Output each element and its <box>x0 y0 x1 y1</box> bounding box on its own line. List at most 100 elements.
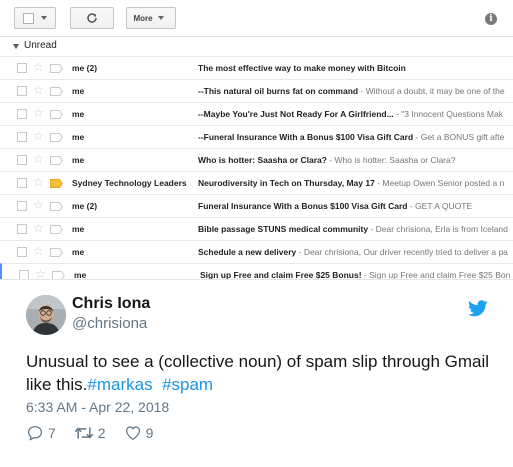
importance-marker-icon[interactable] <box>50 110 63 119</box>
collapse-triangle-icon <box>13 44 19 49</box>
email-message: Schedule a new delivery - Dear chrisiona… <box>198 247 508 257</box>
importance-marker-icon[interactable] <box>50 179 63 188</box>
email-list: ☆ me (2) The most effective way to make mo… <box>0 56 513 280</box>
tweet-text: Unusual to see a (collective noun) of sp… <box>26 350 496 396</box>
email-message: Bible passage STUNS medical community - … <box>198 224 508 234</box>
email-subject: --Funeral Insurance With a Bonus $100 Vi… <box>198 132 414 142</box>
email-subject: --This natural oil burns fat on command <box>198 86 359 96</box>
email-message: --This natural oil burns fat on command … <box>198 86 505 96</box>
email-message: The most effective way to make money wit… <box>198 63 406 73</box>
avatar[interactable] <box>26 295 66 335</box>
email-row[interactable]: ☆ me (2) The most effective way to make mo… <box>0 56 513 79</box>
retweet-button[interactable]: 2 <box>74 424 106 442</box>
tweet-timestamp[interactable]: 6:33 AM - Apr 22, 2018 <box>26 399 169 415</box>
twitter-bird-icon[interactable] <box>468 300 488 317</box>
reply-button[interactable]: 7 <box>26 424 56 442</box>
row-checkbox[interactable] <box>17 86 27 96</box>
email-row[interactable]: ☆ Sydney Technology Leaders Neurodiversity… <box>0 171 513 194</box>
gmail-inbox: More i Unread ☆ me (2) The most effective … <box>0 0 513 280</box>
email-sender: me (2) <box>72 63 98 73</box>
star-icon[interactable]: ☆ <box>33 175 44 189</box>
email-sender: me (2) <box>72 201 98 211</box>
importance-marker-icon[interactable] <box>50 248 63 257</box>
hashtag-link[interactable]: #spam <box>162 375 213 394</box>
row-checkbox[interactable] <box>17 247 27 257</box>
email-row[interactable]: ☆ me Schedule a new delivery - Dear chrisi… <box>0 240 513 263</box>
importance-marker-icon[interactable] <box>50 87 63 96</box>
like-count: 9 <box>145 425 154 441</box>
row-checkbox[interactable] <box>17 224 27 234</box>
email-message: Who is hotter: Saasha or Clara? - Who is… <box>198 155 455 165</box>
row-checkbox[interactable] <box>17 109 27 119</box>
row-checkbox[interactable] <box>17 201 27 211</box>
email-row[interactable]: ☆ me Bible passage STUNS medical community… <box>0 217 513 240</box>
star-icon[interactable]: ☆ <box>33 129 44 143</box>
unread-section-header[interactable]: Unread <box>0 36 513 56</box>
email-subject: --Maybe You're Just Not Ready For A Girl… <box>198 109 394 119</box>
email-snippet: - "3 Innocent Questions Mak <box>393 109 503 119</box>
row-checkbox[interactable] <box>19 270 29 279</box>
email-snippet: - Dear chrisiona, Our driver recently tr… <box>296 247 508 257</box>
heart-icon <box>125 426 140 441</box>
email-sender: me <box>74 270 87 280</box>
row-checkbox[interactable] <box>17 132 27 142</box>
importance-marker-icon[interactable] <box>50 202 63 211</box>
email-row[interactable]: ☆ me Sign up Free and claim Free $25 Bonus… <box>0 263 513 280</box>
tweet-author-name[interactable]: Chris Iona <box>72 295 150 313</box>
star-icon[interactable]: ☆ <box>33 198 44 212</box>
email-row[interactable]: ☆ me --Maybe You're Just Not Ready For A G… <box>0 102 513 125</box>
row-checkbox[interactable] <box>17 155 27 165</box>
reply-icon <box>27 425 43 441</box>
importance-marker-icon[interactable] <box>50 133 63 142</box>
refresh-button[interactable] <box>70 7 114 29</box>
email-message: --Maybe You're Just Not Ready For A Girl… <box>198 109 503 119</box>
info-icon[interactable]: i <box>485 13 497 25</box>
email-subject: Schedule a new delivery <box>198 247 297 257</box>
star-icon[interactable]: ☆ <box>33 244 44 258</box>
importance-marker-icon[interactable] <box>50 156 63 165</box>
retweet-count: 2 <box>97 425 106 441</box>
email-subject: Neurodiversity in Tech on Thursday, May … <box>198 178 375 188</box>
email-snippet: - Sign up Free and claim Free $25 Bon <box>361 270 511 280</box>
email-row[interactable]: ☆ me --Funeral Insurance With a Bonus $100… <box>0 125 513 148</box>
email-message: Neurodiversity in Tech on Thursday, May … <box>198 178 504 188</box>
more-button[interactable]: More <box>126 7 176 29</box>
row-checkbox[interactable] <box>17 178 27 188</box>
email-row[interactable]: ☆ me (2) Funeral Insurance With a Bonus $1… <box>0 194 513 217</box>
tweet-actions: 7 2 9 <box>26 423 171 443</box>
importance-marker-icon[interactable] <box>50 64 63 73</box>
importance-marker-icon[interactable] <box>52 271 65 279</box>
tweet-text-spacer <box>153 375 162 394</box>
email-message: Sign up Free and claim Free $25 Bonus! -… <box>200 270 511 280</box>
star-icon[interactable]: ☆ <box>33 152 44 166</box>
importance-marker-icon[interactable] <box>50 225 63 234</box>
email-subject: Who is hotter: Saasha or Clara? <box>198 155 327 165</box>
star-icon[interactable]: ☆ <box>33 60 44 74</box>
email-snippet: - Meetup Owen Senior posted a n <box>374 178 505 188</box>
hashtag-link[interactable]: #markas <box>87 375 152 394</box>
like-button[interactable]: 9 <box>124 424 154 442</box>
section-label: Unread <box>24 40 57 51</box>
reply-count: 7 <box>48 425 56 441</box>
email-sender: me <box>72 247 85 257</box>
row-checkbox[interactable] <box>17 63 27 73</box>
star-icon[interactable]: ☆ <box>35 267 46 279</box>
email-snippet: - GET A QUOTE <box>407 201 473 211</box>
star-icon[interactable]: ☆ <box>33 106 44 120</box>
tweet-author-handle[interactable]: @chrisiona <box>72 315 147 332</box>
email-snippet: - Dear chrisiona, Erla is from Iceland <box>368 224 508 234</box>
email-sender: Sydney Technology Leaders <box>72 178 187 188</box>
star-icon[interactable]: ☆ <box>33 221 44 235</box>
email-snippet: - Who is hotter: Saasha or Clara? <box>326 155 456 165</box>
refresh-icon <box>87 13 97 23</box>
email-sender: me <box>72 132 85 142</box>
email-row[interactable]: ☆ me Who is hotter: Saasha or Clara? - Who… <box>0 148 513 171</box>
more-label: More <box>133 13 153 23</box>
select-all-button[interactable] <box>14 7 56 29</box>
email-row[interactable]: ☆ me --This natural oil burns fat on comma… <box>0 79 513 102</box>
tweet-card: Chris Iona @chrisiona Unusual to see a (… <box>10 282 502 460</box>
email-snippet: - Get a BONUS gift afte <box>413 132 505 142</box>
select-checkbox-icon <box>23 12 34 24</box>
email-snippet: - Without a doubt, it may be one of the <box>358 86 505 96</box>
star-icon[interactable]: ☆ <box>33 83 44 97</box>
